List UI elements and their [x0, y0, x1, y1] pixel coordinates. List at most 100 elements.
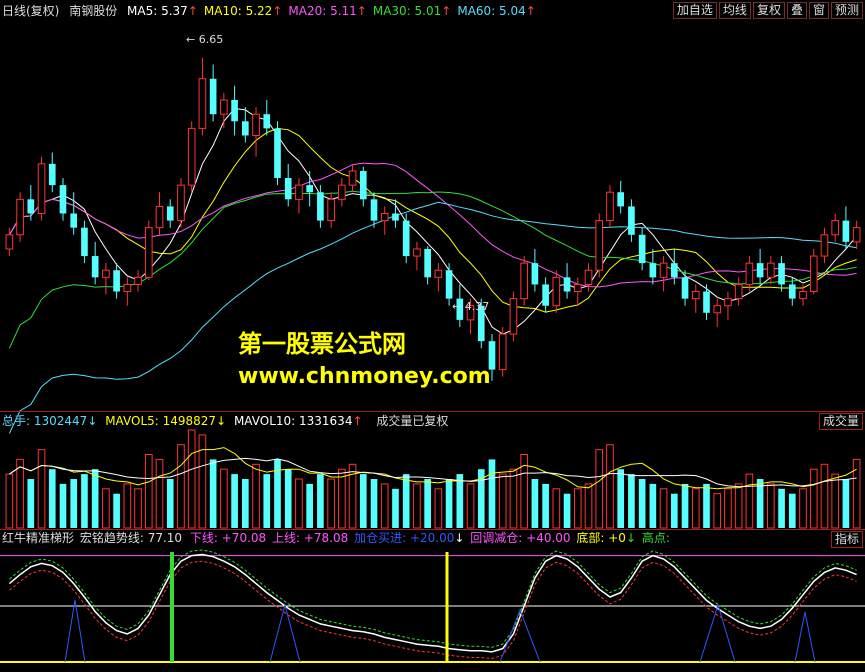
candle-body: [767, 262, 775, 278]
volume-bar: [466, 483, 475, 529]
volume-bar: [649, 483, 657, 528]
volume-bar: [123, 483, 132, 529]
volume-bar: [59, 483, 67, 528]
trend-value: 宏铭趋势线: 77.10: [79, 531, 183, 545]
volume-bar: [359, 474, 367, 528]
volume-bar: [48, 469, 56, 528]
volume-bar: [573, 488, 582, 529]
volume-bar: [177, 444, 185, 529]
toolbar: 加自选 均线 复权叠窗预测: [672, 2, 863, 19]
mavol5-arrow: ↓: [216, 414, 227, 428]
volume-bar: [392, 488, 399, 528]
toolbar-button[interactable]: 窗: [808, 2, 829, 19]
candle-body: [552, 276, 561, 307]
candle-body: [5, 234, 14, 250]
ma-legend-item: MA20: 5.11: [288, 4, 357, 18]
volume-bar: [241, 479, 249, 528]
ma60-line: [8, 201, 857, 434]
watermark-url: www.chnmoney.com: [238, 364, 491, 389]
candle-body: [573, 283, 582, 293]
volume-bar: [220, 468, 228, 529]
candle-body: [434, 269, 443, 278]
bottom-arrow: ↓: [625, 531, 637, 545]
toolbar-button[interactable]: 复权: [752, 2, 785, 19]
buy-value: 加仓买进: +20.00: [354, 531, 455, 545]
candle-body: [198, 78, 207, 129]
volume-bar: [70, 479, 78, 528]
volume-bar: [37, 449, 46, 529]
candle-body: [59, 185, 67, 214]
toolbar-button[interactable]: 叠: [786, 2, 807, 19]
candle-body: [691, 291, 700, 300]
candle-body: [842, 220, 850, 242]
volume-button[interactable]: 成交量: [818, 413, 863, 430]
volume-bar: [155, 458, 164, 529]
candle-body: [703, 291, 710, 313]
volume-panel-border: [0, 411, 865, 412]
candle-body: [498, 333, 507, 371]
volume-bar: [628, 474, 635, 528]
candle-body: [166, 206, 174, 221]
volume-note: 成交量已复权: [376, 414, 449, 428]
candle-body: [520, 262, 528, 300]
candle-body: [531, 263, 539, 285]
toolbar-button[interactable]: 均线: [718, 2, 751, 19]
volume-bar: [81, 474, 88, 528]
volume-bar: [778, 488, 785, 528]
volume-bar: [820, 463, 829, 529]
candle-body: [734, 283, 743, 300]
volume-bar: [659, 488, 668, 529]
candle-body: [563, 277, 571, 292]
volume-bar: [209, 459, 217, 528]
high-price-label: ← 6.65: [186, 33, 224, 46]
watermark-title: 第一股票公式网: [238, 330, 406, 358]
volume-bar: [584, 483, 593, 529]
volume-bar: [338, 468, 346, 529]
candle-body: [81, 227, 88, 257]
candle-body: [509, 298, 518, 335]
ma-legend-item: MA5: 5.37: [127, 4, 188, 18]
candle-body: [809, 255, 818, 293]
indicator-button[interactable]: 指标: [830, 531, 863, 548]
candle-body: [295, 184, 303, 200]
candle-body: [16, 198, 24, 236]
volume-bar: [799, 488, 807, 529]
candle-body: [370, 199, 378, 221]
ma20-line: [8, 162, 857, 288]
volume-bar: [306, 483, 313, 528]
stock-chart: [0, 57, 865, 663]
volume-bar: [734, 483, 743, 529]
candle-body: [123, 283, 132, 293]
volume-bar: [713, 493, 722, 529]
candle-body: [831, 220, 840, 236]
ma-arrow: ↑: [525, 4, 536, 18]
candle-body: [113, 270, 120, 292]
indicator-name: 红牛精准梯形: [2, 531, 75, 545]
volume-bar: [724, 488, 732, 529]
volume-bar: [187, 429, 196, 529]
volume-bar: [327, 478, 335, 529]
candle-body: [91, 256, 99, 278]
volume-bar: [27, 479, 35, 528]
candle-body: [37, 163, 46, 214]
volume-bar: [767, 483, 775, 529]
volume-bar: [552, 488, 561, 529]
volume-bar: [402, 474, 410, 528]
toolbar-button[interactable]: 加自选: [672, 2, 717, 19]
candle-body: [348, 170, 357, 186]
volume-bar: [295, 478, 303, 529]
toolbar-button[interactable]: 预测: [830, 2, 863, 19]
volume-bar: [102, 488, 110, 529]
volume-bar: [134, 488, 142, 529]
indicator-panel-border: [0, 529, 865, 530]
total-arrow: ↓: [87, 414, 98, 428]
volume-bar: [456, 474, 464, 528]
buy-spike: [699, 603, 736, 663]
ma30-line: [8, 190, 857, 349]
candle-body: [231, 100, 238, 122]
candle-body: [670, 263, 678, 278]
candle-body: [274, 128, 281, 179]
volume-bar: [284, 469, 292, 528]
period-label[interactable]: 日线(复权): [2, 4, 59, 18]
candle-body: [820, 234, 829, 257]
